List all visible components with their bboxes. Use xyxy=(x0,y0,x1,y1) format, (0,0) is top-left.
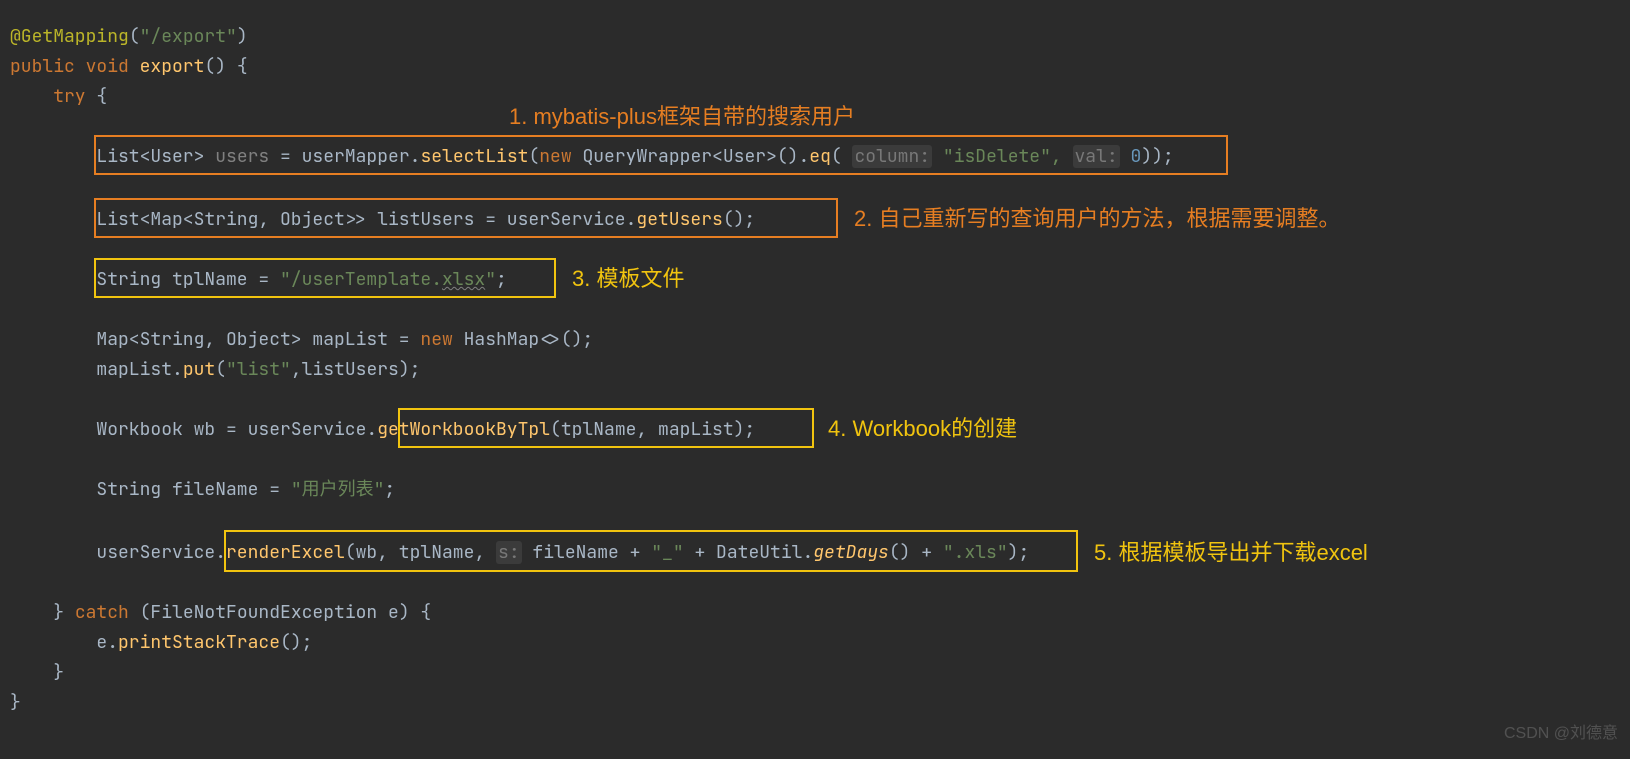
code-line: } catch (FileNotFoundException e) { xyxy=(10,598,431,628)
code-line: try { xyxy=(10,82,107,112)
code-line: public void export() { xyxy=(10,52,248,82)
highlight-box-2 xyxy=(94,198,838,238)
annotation-4: 4. Workbook的创建 xyxy=(828,414,1017,444)
highlight-box-3 xyxy=(94,258,556,298)
highlight-box-4 xyxy=(398,408,814,448)
annotation-3: 3. 模板文件 xyxy=(572,264,684,294)
code-line: } xyxy=(10,688,21,718)
code-line: Map<String, Object> mapList = new HashMa… xyxy=(10,325,593,355)
annotation-5: 5. 根据模板导出并下载excel xyxy=(1094,538,1368,568)
highlight-box-1 xyxy=(94,135,1228,175)
highlight-box-5 xyxy=(224,530,1078,572)
code-editor[interactable]: @GetMapping("/export") public void expor… xyxy=(0,0,1630,759)
code-line: String fileName = "用户列表"; xyxy=(10,475,395,505)
code-line: mapList.put("list",listUsers); xyxy=(10,355,420,385)
code-line: } xyxy=(10,658,64,688)
watermark: CSDN @刘德意 xyxy=(1504,719,1618,749)
annotation-1: 1. mybatis-plus框架自带的搜索用户 xyxy=(509,102,855,132)
annotation-2: 2. 自己重新写的查询用户的方法，根据需要调整。 xyxy=(854,204,1340,234)
code-line: e.printStackTrace(); xyxy=(10,628,312,658)
code-line: @GetMapping("/export") xyxy=(10,22,248,52)
